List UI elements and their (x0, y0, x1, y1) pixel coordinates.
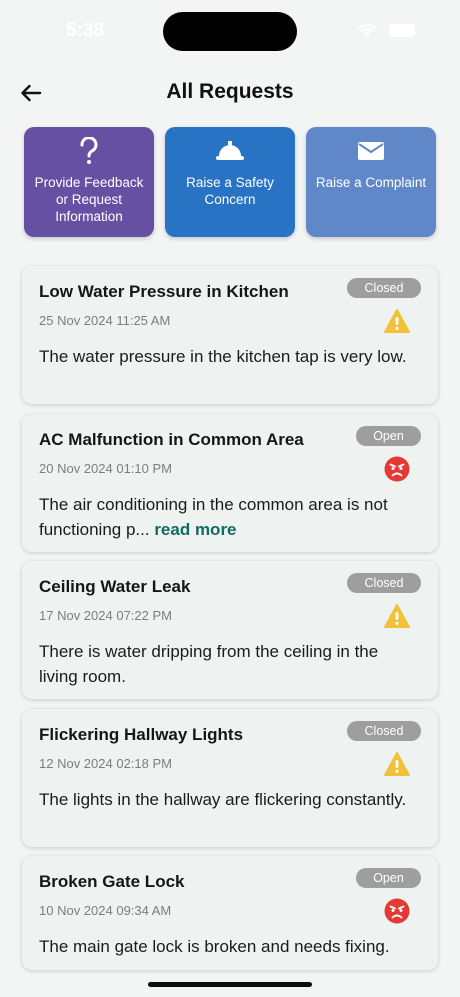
status-bar: 5:38 (0, 0, 460, 60)
status-badge: Closed (347, 278, 421, 298)
status-time: 5:38 (66, 20, 105, 41)
status-badge: Open (356, 868, 421, 888)
raise-safety-concern-button[interactable]: Raise a Safety Concern (165, 127, 295, 237)
dynamic-island (163, 12, 297, 51)
request-date: 25 Nov 2024 11:25 AM (39, 313, 171, 328)
status-badge: Closed (347, 573, 421, 593)
action-cards: Provide Feedback or Request Information … (24, 127, 436, 237)
action-label: Raise a Safety Concern (186, 175, 274, 207)
page-title: All Requests (166, 80, 294, 103)
header: All Requests (0, 70, 460, 116)
request-card[interactable]: Flickering Hallway Lights Closed 12 Nov … (22, 709, 438, 847)
provide-feedback-button[interactable]: Provide Feedback or Request Information (24, 127, 154, 237)
hard-hat-icon (165, 137, 295, 165)
request-date: 17 Nov 2024 07:22 PM (39, 608, 172, 623)
request-card[interactable]: Ceiling Water Leak Closed 17 Nov 2024 07… (22, 561, 438, 699)
request-title: Low Water Pressure in Kitchen (39, 282, 289, 301)
question-icon (24, 137, 154, 165)
raise-complaint-button[interactable]: Raise a Complaint (306, 127, 436, 237)
action-label: Raise a Complaint (315, 175, 427, 190)
request-description: The water pressure in the kitchen tap is… (39, 347, 407, 366)
request-date: 20 Nov 2024 01:10 PM (39, 461, 172, 476)
battery-icon (389, 24, 415, 37)
request-description: The lights in the hallway are flickering… (39, 790, 407, 809)
read-more-link[interactable]: read more (154, 520, 236, 539)
request-title: Ceiling Water Leak (39, 577, 191, 596)
request-description: The main gate lock is broken and needs f… (39, 937, 390, 956)
request-title: Flickering Hallway Lights (39, 725, 244, 744)
request-card[interactable]: Low Water Pressure in Kitchen Closed 25 … (22, 266, 438, 404)
request-card[interactable]: AC Malfunction in Common Area Open 20 No… (22, 414, 438, 552)
warning-icon (384, 752, 410, 776)
envelope-icon (306, 137, 436, 165)
angry-face-icon (384, 456, 410, 482)
wifi-icon (357, 23, 377, 37)
request-description: There is water dripping from the ceiling… (39, 642, 379, 686)
home-indicator (148, 982, 312, 987)
request-date: 10 Nov 2024 09:34 AM (39, 903, 172, 918)
request-title: AC Malfunction in Common Area (39, 430, 304, 449)
action-label: Provide Feedback or Request Information (34, 175, 144, 224)
request-card[interactable]: Broken Gate Lock Open 10 Nov 2024 09:34 … (22, 856, 438, 970)
angry-face-icon (384, 898, 410, 924)
request-date: 12 Nov 2024 02:18 PM (39, 756, 172, 771)
request-title: Broken Gate Lock (39, 872, 185, 891)
status-badge: Open (356, 426, 421, 446)
status-badge: Closed (347, 721, 421, 741)
warning-icon (384, 604, 410, 628)
request-description: The air conditioning in the common area … (39, 492, 416, 542)
warning-icon (384, 309, 410, 333)
